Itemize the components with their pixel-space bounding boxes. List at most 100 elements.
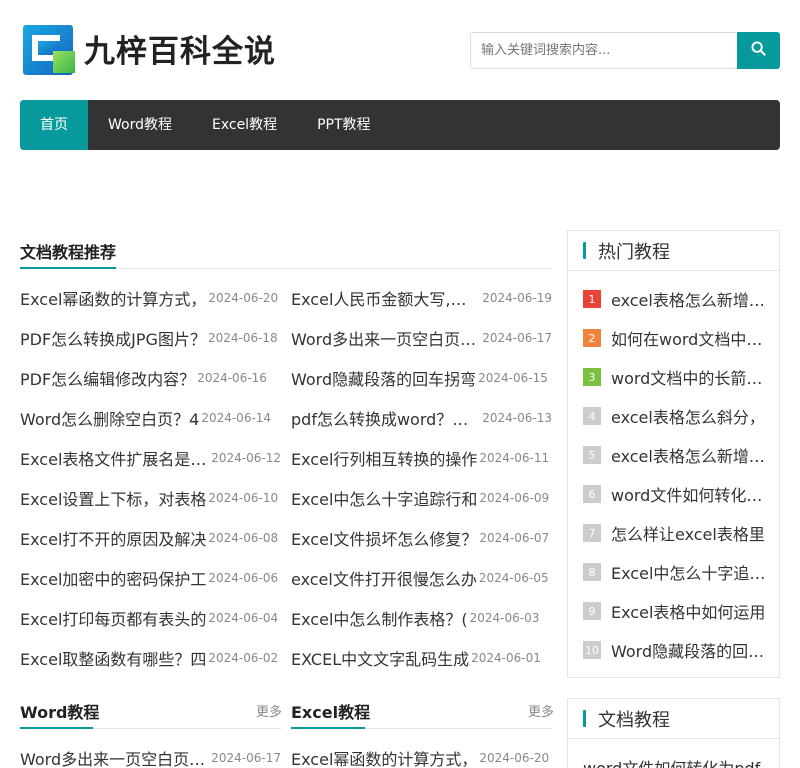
list-item[interactable]: Word多出来一页空白页删除 2024-06-17: [291, 327, 552, 349]
article-title[interactable]: Excel表格文件扩展名是什么: [20, 446, 209, 470]
article-title[interactable]: Word怎么删除空白页？4: [20, 406, 199, 430]
search-icon: [751, 41, 766, 60]
list-item[interactable]: Excel设置上下标，对表格 2024-06-10: [20, 487, 281, 509]
hot-tutorials-title: 热门教程: [598, 241, 670, 263]
list-item[interactable]: Excel加密中的密码保护工 2024-06-06: [20, 567, 281, 589]
accent-bar: [583, 242, 586, 259]
article-title[interactable]: Excel取整函数有哪些？四: [20, 646, 206, 670]
doc-item-title[interactable]: word文件如何转化为pdf: [583, 755, 773, 768]
article-title[interactable]: Excel文件损坏怎么修复？: [291, 526, 477, 550]
hot-list-item[interactable]: 6 word文件如何转化为pdf: [583, 483, 778, 505]
article-title[interactable]: pdf怎么转换成word？试试: [291, 406, 480, 430]
list-item[interactable]: PDF怎么编辑修改内容？ 2024-06-16: [20, 367, 281, 389]
article-date: 2024-06-05: [478, 571, 549, 585]
list-item[interactable]: Excel中怎么制作表格？(2024-06-03: [291, 607, 552, 629]
hot-list-item[interactable]: 4 excel表格怎么斜分，: [583, 405, 778, 427]
hot-list-item[interactable]: 7 怎么样让excel表格里: [583, 522, 778, 544]
hot-list-item[interactable]: 1 excel表格怎么新增一行: [583, 288, 778, 310]
article-title[interactable]: Excel设置上下标，对表格: [20, 486, 206, 510]
article-date: 2024-06-15: [478, 371, 548, 385]
hot-item-title[interactable]: word文件如何转化为pdf: [611, 482, 778, 506]
hot-item-title[interactable]: word文档中的长箭头怎么: [611, 365, 778, 389]
list-item[interactable]: Excel文件损坏怎么修复？ 2024-06-07: [291, 527, 552, 549]
article-date: 2024-06-14: [201, 411, 272, 425]
article-title[interactable]: Excel加密中的密码保护工: [20, 566, 206, 590]
article-title[interactable]: EXCEL中文文字乱码生成: [291, 646, 469, 670]
article-title[interactable]: Excel中怎么制作表格？(: [291, 606, 468, 630]
list-item[interactable]: Excel表格文件扩展名是什么 2024-06-12: [20, 447, 281, 469]
article-title[interactable]: excel文件打开很慢怎么办: [291, 566, 477, 590]
doc-tutorials-title: 文档教程: [598, 709, 670, 731]
list-item[interactable]: EXCEL中文文字乱码生成 2024-06-01: [291, 647, 552, 669]
hot-list-item[interactable]: 2 如何在word文档中加入: [583, 327, 778, 349]
main-nav: 首页 Word教程 Excel教程 PPT教程: [20, 100, 780, 150]
hot-list-item[interactable]: 10 Word隐藏段落的回车拐弯: [583, 639, 778, 661]
hot-list-item[interactable]: 8 Excel中怎么十字追踪行: [583, 561, 778, 583]
hot-item-title[interactable]: excel表格怎么斜分，: [611, 404, 778, 428]
list-item[interactable]: Excel行列相互转换的操作 2024-06-11: [291, 447, 552, 469]
article-date: 2024-06-19: [482, 291, 552, 305]
hot-item-title[interactable]: excel表格怎么新增一行: [611, 443, 778, 467]
excel-more-link[interactable]: 更多: [528, 701, 554, 720]
article-date: 2024-06-13: [482, 411, 552, 425]
search-button[interactable]: [737, 32, 780, 69]
doc-tutorials-box: 文档教程 word文件如何转化为pdf: [567, 698, 780, 768]
list-item[interactable]: Excel幂函数的计算方式， 2024-06-20: [20, 287, 281, 309]
list-item[interactable]: PDF怎么转换成JPG图片？ 2024-06-18: [20, 327, 281, 349]
article-title[interactable]: Excel中怎么十字追踪行和: [291, 486, 477, 510]
hot-item-title[interactable]: 怎么样让excel表格里: [611, 521, 778, 545]
word-more-link[interactable]: 更多: [256, 701, 282, 720]
hot-list-item[interactable]: 3 word文档中的长箭头怎么: [583, 366, 778, 388]
list-item[interactable]: Excel人民币金额大写,怎么 2024-06-19: [291, 287, 552, 309]
list-item[interactable]: pdf怎么转换成word？试试 2024-06-13: [291, 407, 552, 429]
site-logo[interactable]: [23, 25, 77, 76]
nav-item-ppt[interactable]: PPT教程: [297, 100, 390, 150]
article-title[interactable]: Excel打印每页都有表头的: [20, 606, 206, 630]
rank-badge: 8: [583, 563, 601, 581]
hot-item-title[interactable]: Excel中怎么十字追踪行: [611, 560, 778, 584]
article-title[interactable]: Excel行列相互转换的操作: [291, 446, 477, 470]
rank-badge: 2: [583, 329, 601, 347]
article-title[interactable]: PDF怎么编辑修改内容？: [20, 366, 195, 390]
article-title[interactable]: Excel人民币金额大写,怎么: [291, 286, 480, 310]
list-item[interactable]: Excel幂函数的计算方式， 2024-06-20: [291, 747, 552, 768]
article-date: 2024-06-07: [479, 531, 550, 545]
nav-item-excel[interactable]: Excel教程: [192, 100, 297, 150]
article-date: 2024-06-11: [479, 451, 550, 465]
list-item[interactable]: Excel取整函数有哪些？四 2024-06-02: [20, 647, 281, 669]
list-item[interactable]: Word怎么删除空白页？4 2024-06-14: [20, 407, 281, 429]
list-item[interactable]: Word隐藏段落的回车拐弯 2024-06-15: [291, 367, 552, 389]
search-input[interactable]: [470, 32, 737, 69]
article-title[interactable]: Excel幂函数的计算方式，: [20, 286, 206, 310]
hot-item-title[interactable]: excel表格怎么新增一行: [611, 287, 778, 311]
hot-item-title[interactable]: Word隐藏段落的回车拐弯: [611, 638, 778, 662]
list-item[interactable]: Excel打印每页都有表头的 2024-06-04: [20, 607, 281, 629]
article-title[interactable]: Word多出来一页空白页删除: [20, 746, 209, 768]
rank-badge: 9: [583, 602, 601, 620]
article-title[interactable]: PDF怎么转换成JPG图片？: [20, 326, 206, 350]
hot-list-item[interactable]: 9 Excel表格中如何运用: [583, 600, 778, 622]
hot-item-title[interactable]: Excel表格中如何运用: [611, 599, 778, 623]
list-item[interactable]: Word多出来一页空白页删除 2024-06-17: [20, 747, 281, 768]
article-date: 2024-06-12: [211, 451, 281, 465]
rank-badge: 7: [583, 524, 601, 542]
hot-tutorials-box: 热门教程 1 excel表格怎么新增一行 2 如何在word文档中加入 3 word文档中…: [567, 230, 780, 678]
list-item[interactable]: Excel中怎么十字追踪行和 2024-06-09: [291, 487, 552, 509]
article-title[interactable]: Word隐藏段落的回车拐弯: [291, 366, 476, 390]
article-date: 2024-06-06: [208, 571, 279, 585]
list-item[interactable]: excel文件打开很慢怎么办 2024-06-05: [291, 567, 552, 589]
rank-badge: 3: [583, 368, 601, 386]
hot-list-item[interactable]: 5 excel表格怎么新增一行: [583, 444, 778, 466]
hot-item-title[interactable]: 如何在word文档中加入: [611, 326, 778, 350]
article-title[interactable]: Word多出来一页空白页删除: [291, 326, 480, 350]
nav-item-home[interactable]: 首页: [20, 100, 88, 150]
article-title[interactable]: Excel打不开的原因及解决: [20, 526, 206, 550]
article-date: 2024-06-01: [471, 651, 541, 665]
title-underline: [291, 727, 365, 729]
site-name[interactable]: 九梓百科全说: [84, 26, 276, 71]
nav-item-word[interactable]: Word教程: [88, 100, 192, 150]
article-date: 2024-06-04: [208, 611, 279, 625]
article-date: 2024-06-03: [469, 611, 540, 625]
article-title[interactable]: Excel幂函数的计算方式，: [291, 746, 477, 768]
list-item[interactable]: Excel打不开的原因及解决 2024-06-08: [20, 527, 281, 549]
